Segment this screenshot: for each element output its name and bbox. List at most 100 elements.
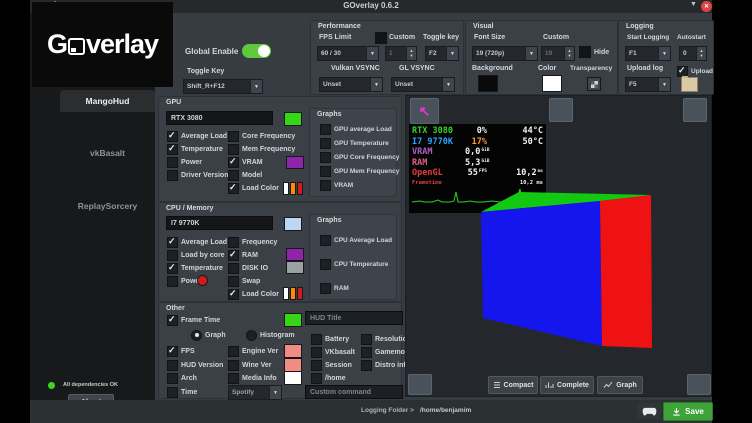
cpu-graph-temperature[interactable]: CPU Temperature — [320, 259, 388, 269]
load-color-low[interactable] — [283, 182, 289, 195]
cpu-color-swatch[interactable] — [284, 217, 302, 231]
sidebar-item-vkbasalt[interactable]: vkBasalt — [60, 146, 155, 160]
autostart-stepper[interactable]: 0 ▲▼ — [679, 46, 707, 61]
fps-limit-checkbox[interactable] — [375, 32, 387, 44]
checkbox[interactable] — [228, 144, 239, 155]
checkbox[interactable] — [167, 157, 178, 168]
checkbox[interactable] — [311, 360, 322, 371]
gpu-name-input[interactable] — [166, 111, 273, 125]
position-top-center-button[interactable] — [549, 98, 573, 122]
sidebar-item-mangohud[interactable]: MangoHud — [60, 90, 155, 112]
other-check-battery[interactable]: Battery — [311, 334, 349, 344]
fps-limit-select[interactable]: 60 / 30 ▼ — [317, 46, 379, 61]
gpu-graph-mem-frequency[interactable]: GPU Mem Frequency — [320, 166, 399, 176]
checkbox[interactable] — [167, 237, 178, 248]
position-top-right-button[interactable] — [683, 98, 707, 122]
checkbox[interactable] — [320, 124, 331, 135]
stepper-arrows[interactable]: ▲▼ — [696, 47, 706, 60]
frame-time-color-swatch[interactable] — [284, 313, 302, 327]
save-button[interactable]: Save — [663, 402, 713, 421]
checkbox[interactable] — [228, 373, 239, 384]
cpu-check-average-load[interactable]: Average Load — [167, 237, 227, 247]
transparency-button[interactable] — [587, 77, 601, 91]
checkbox[interactable] — [167, 346, 178, 357]
other-check-wine-ver[interactable]: Wine Ver — [228, 360, 272, 370]
checkbox[interactable] — [228, 183, 239, 194]
gpu-check-load-color[interactable]: Load Color — [228, 183, 279, 193]
graph-radio-row[interactable]: Graph — [191, 330, 226, 340]
other-check-media-info[interactable]: Media Info — [228, 373, 277, 383]
cpu-load-color-swatches[interactable] — [283, 287, 303, 300]
gpu-check-core-frequency[interactable]: Core Frequency — [228, 131, 295, 141]
font-size-select[interactable]: 19 (720p) ▼ — [472, 46, 538, 61]
gpu-check-driver-version[interactable]: Driver Version — [167, 170, 228, 180]
cpu-name-input[interactable] — [166, 216, 273, 230]
media-source-select[interactable]: Spotify ▼ — [228, 385, 282, 400]
cpu-check-disk-io[interactable]: DISK IO — [228, 263, 268, 273]
wine-ver-color-swatch[interactable] — [284, 358, 302, 372]
gl-vsync-select[interactable]: Unset ▼ — [391, 77, 455, 92]
cpu-check-ram[interactable]: RAM — [228, 250, 258, 260]
cpu-graph-average-load[interactable]: CPU Average Load — [320, 235, 392, 245]
position-bottom-right-button[interactable] — [687, 374, 711, 395]
hide-checkbox-row[interactable]: Hide — [579, 47, 609, 57]
checkbox[interactable] — [320, 138, 331, 149]
gpu-graph-vram[interactable]: VRAM — [320, 180, 353, 190]
stepper-arrows[interactable]: ▲▼ — [564, 47, 574, 60]
other-check-engine-ver[interactable]: Engine Ver — [228, 346, 278, 356]
upload-checkbox-row[interactable]: Upload — [677, 66, 713, 76]
checkbox[interactable] — [361, 360, 372, 371]
checkbox[interactable] — [320, 152, 331, 163]
media-info-color-swatch[interactable] — [284, 371, 302, 385]
checkbox[interactable] — [167, 387, 178, 398]
other-check-vkbasalt[interactable]: VKbasalt — [311, 347, 355, 357]
other-check-home[interactable]: /home — [311, 373, 346, 383]
checkbox[interactable] — [228, 170, 239, 181]
gpu-check-mem-frequency[interactable]: Mem Frequency — [228, 144, 295, 154]
checkbox[interactable] — [228, 250, 239, 261]
checkbox[interactable] — [228, 276, 239, 287]
fps-toggle-key-select[interactable]: F2 ▼ — [425, 46, 459, 61]
upload-log-select[interactable]: F5 ▼ — [625, 77, 671, 92]
checkbox[interactable] — [228, 360, 239, 371]
checkbox[interactable] — [320, 166, 331, 177]
checkbox[interactable] — [167, 315, 178, 326]
gpu-graph-average-load[interactable]: GPU average Load — [320, 124, 392, 134]
gpu-check-average-load[interactable]: Average Load — [167, 131, 227, 141]
custom-font-stepper[interactable]: 19 ▲▼ — [541, 46, 575, 61]
gpu-load-color-swatches[interactable] — [283, 182, 303, 195]
checkbox[interactable] — [167, 373, 178, 384]
checkbox[interactable] — [311, 373, 322, 384]
vulkan-vsync-select[interactable]: Unset ▼ — [319, 77, 383, 92]
gpu-check-vram[interactable]: VRAM — [228, 157, 263, 167]
checkbox[interactable] — [311, 347, 322, 358]
complete-mode-button[interactable]: Complete — [540, 376, 594, 394]
cpu-check-frequency[interactable]: Frequency — [228, 237, 277, 247]
cpu-check-load-color[interactable]: Load Color — [228, 289, 279, 299]
folder-button[interactable] — [681, 77, 698, 92]
load-color-mid[interactable] — [290, 182, 296, 195]
other-check-resolution[interactable]: Resolution — [361, 334, 411, 344]
other-check-fps[interactable]: FPS — [167, 346, 195, 356]
position-bottom-left-button[interactable] — [408, 374, 432, 395]
checkbox[interactable] — [361, 334, 372, 345]
cpu-check-load-by-core[interactable]: Load by core — [167, 250, 225, 260]
load-color-high[interactable] — [297, 287, 303, 300]
checkbox[interactable] — [167, 170, 178, 181]
start-logging-select[interactable]: F1 ▼ — [625, 46, 671, 61]
stepper-arrows[interactable]: ▲▼ — [406, 47, 416, 60]
checkbox[interactable] — [228, 237, 239, 248]
gpu-check-model[interactable]: Model — [228, 170, 262, 180]
load-color-low[interactable] — [283, 287, 289, 300]
chevron-down-icon[interactable]: ▼ — [690, 1, 697, 8]
sidebar-item-replaysorcery[interactable]: ReplaySorcery — [60, 199, 155, 213]
vram-color-swatch[interactable] — [286, 156, 304, 169]
checkbox[interactable] — [228, 289, 239, 300]
custom-command-input[interactable]: Custom command — [305, 385, 403, 399]
checkbox[interactable] — [677, 66, 688, 77]
load-color-high[interactable] — [297, 182, 303, 195]
checkbox[interactable] — [228, 157, 239, 168]
frame-time-checkbox-row[interactable]: Frame Time — [167, 315, 220, 325]
checkbox[interactable] — [228, 131, 239, 142]
cpu-check-temperature[interactable]: Temperature — [167, 263, 223, 273]
